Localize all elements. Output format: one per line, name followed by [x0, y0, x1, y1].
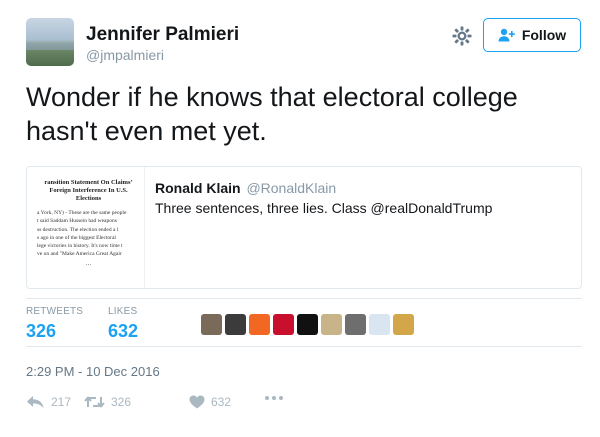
- divider: [26, 298, 582, 299]
- reply-button[interactable]: 217: [26, 395, 71, 409]
- quoted-image-body: a York, NY) - These are the same people …: [37, 210, 127, 258]
- author-handle[interactable]: @jmpalmieri: [86, 47, 164, 63]
- author-avatar[interactable]: [26, 18, 74, 66]
- quoted-author: Ronald Klain @RonaldKlain: [155, 180, 336, 196]
- quoted-author-name: Ronald Klain: [155, 180, 241, 196]
- reply-icon: [27, 396, 44, 408]
- liker-avatar[interactable]: [321, 314, 342, 335]
- quoted-tweet-text: Three sentences, three lies. Class @real…: [155, 200, 493, 216]
- likes-label: LIKES: [108, 306, 138, 317]
- liker-avatar[interactable]: [369, 314, 390, 335]
- heart-icon: [189, 395, 205, 409]
- quoted-tweet[interactable]: ransition Statement On Claims’ Foreign I…: [26, 166, 582, 289]
- retweet-icon: [84, 396, 105, 408]
- more-button[interactable]: [264, 395, 290, 401]
- liker-avatar[interactable]: [249, 314, 270, 335]
- likes-count: 632: [108, 321, 139, 341]
- quoted-author-handle: @RonaldKlain: [246, 180, 337, 196]
- follow-button[interactable]: Follow: [483, 18, 581, 52]
- retweets-count: 326: [26, 321, 57, 341]
- divider: [26, 346, 582, 347]
- liker-avatars: [201, 314, 414, 338]
- liker-avatar[interactable]: [273, 314, 294, 335]
- like-button[interactable]: 632: [189, 395, 231, 409]
- add-user-icon: [498, 28, 515, 42]
- retweets-stat[interactable]: RETWEETS 326: [26, 306, 83, 342]
- quoted-tweet-image[interactable]: ransition Statement On Claims’ Foreign I…: [27, 167, 145, 288]
- quoted-image-title: ransition Statement On Claims’ Foreign I…: [44, 179, 133, 202]
- liker-avatar[interactable]: [225, 314, 246, 335]
- author-name[interactable]: Jennifer Palmieri: [86, 24, 239, 46]
- liker-avatar[interactable]: [297, 314, 318, 335]
- follow-label: Follow: [521, 27, 567, 43]
- liker-avatar[interactable]: [201, 314, 222, 335]
- retweets-label: RETWEETS: [26, 306, 84, 317]
- quoted-image-dots: ...: [85, 259, 92, 267]
- retweet-count: 326: [111, 395, 132, 409]
- tweet-header: Jennifer Palmieri @jmpalmieri Follow: [26, 18, 582, 66]
- retweet-button[interactable]: 326: [84, 395, 131, 409]
- reply-count: 217: [51, 395, 72, 409]
- like-count: 632: [211, 395, 232, 409]
- likes-stat[interactable]: LIKES 632: [108, 306, 138, 342]
- tweet-text: Wonder if he knows that electoral colleg…: [26, 82, 518, 146]
- liker-avatar[interactable]: [393, 314, 414, 335]
- more-icon: [265, 396, 283, 400]
- gear-icon[interactable]: [450, 24, 474, 48]
- liker-avatar[interactable]: [345, 314, 366, 335]
- tweet-timestamp[interactable]: 2:29 PM - 10 Dec 2016: [26, 364, 160, 379]
